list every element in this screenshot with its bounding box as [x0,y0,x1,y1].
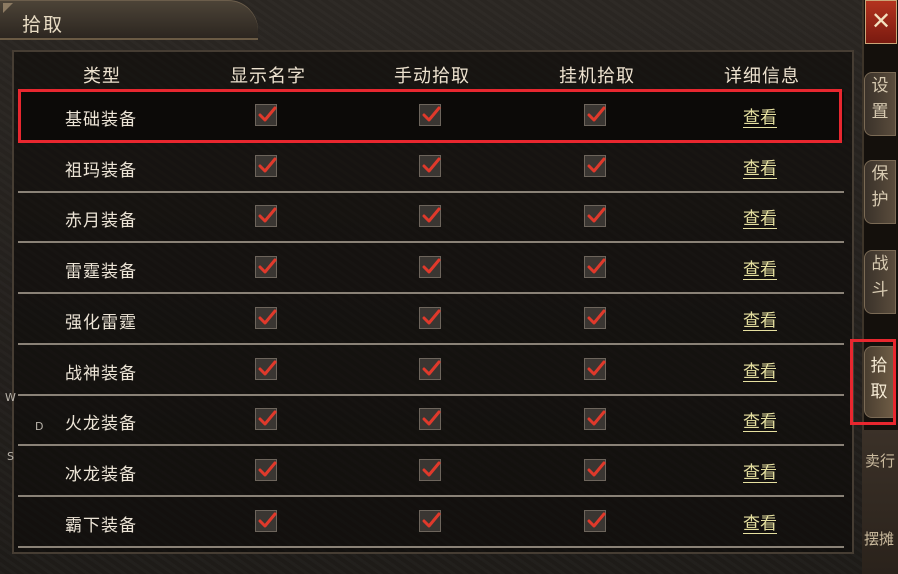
show-name-checkbox[interactable] [255,458,277,481]
window-title: 拾取 [22,14,65,36]
view-details-link[interactable]: 查看 [743,509,777,534]
auto-pickup-checkbox[interactable] [584,256,606,279]
tab-combat[interactable]: 战斗 [864,250,896,314]
pickup-panel: 拾取 类型 显示名字 手动拾取 挂机拾取 详细信息 基础装备 查看 祖玛装备 查看 赤月… [0,0,864,574]
check-icon [422,309,441,325]
check-icon [422,207,441,223]
check-icon [258,207,277,223]
check-icon [587,258,606,274]
row-type-label: 霸下装备 [65,515,137,536]
tab-protect[interactable]: 保护 [864,160,896,224]
check-icon [587,309,606,325]
view-details-link[interactable]: 查看 [743,357,777,382]
auto-pickup-checkbox[interactable] [584,205,606,228]
check-icon [587,157,606,173]
manual-pickup-checkbox[interactable] [419,205,441,228]
manual-pickup-checkbox[interactable] [419,357,441,380]
view-details-link[interactable]: 查看 [743,255,777,280]
row-type-label: 祖玛装备 [65,160,137,181]
tab-protect-label: 保护 [871,164,889,210]
header-manual-pickup: 手动拾取 [394,66,470,87]
auto-pickup-checkbox[interactable] [584,154,606,177]
manual-pickup-checkbox[interactable] [419,306,441,329]
table-row: 赤月装备 查看 [18,193,844,244]
manual-pickup-checkbox[interactable] [419,458,441,481]
view-details-link[interactable]: 查看 [743,154,777,179]
row-type-label: 冰龙装备 [65,464,137,485]
auto-pickup-checkbox[interactable] [584,458,606,481]
title-bar: 拾取 [0,0,258,40]
check-icon [422,258,441,274]
show-name-checkbox[interactable] [255,408,277,431]
check-icon [587,410,606,426]
show-name-checkbox[interactable] [255,205,277,228]
auto-pickup-checkbox[interactable] [584,408,606,431]
check-icon [422,512,441,528]
check-icon [258,309,277,325]
check-icon [587,360,606,375]
check-icon [587,512,606,528]
edge-letter-w: W [5,391,16,404]
tab-combat-label: 战斗 [871,254,889,300]
header-show-name: 显示名字 [230,66,306,87]
auto-pickup-checkbox[interactable] [584,306,606,329]
auto-pickup-checkbox[interactable] [584,357,606,380]
header-type: 类型 [83,66,121,87]
auto-pickup-checkbox[interactable] [584,509,606,532]
table-row: 雷霆装备 查看 [18,244,844,295]
check-icon [258,461,277,477]
edge-letter-d: D [35,420,44,433]
tab-settings[interactable]: 设置 [864,72,896,136]
table-row: 冰龙装备 查看 [18,447,844,497]
manual-pickup-checkbox[interactable] [419,256,441,279]
show-name-checkbox[interactable] [255,357,277,380]
row-type-label: 战神装备 [65,363,137,384]
show-name-checkbox[interactable] [255,509,277,532]
tab-settings-label: 设置 [871,76,889,122]
check-icon [422,157,441,173]
tab-highlight-frame [850,339,896,425]
view-details-link[interactable]: 查看 [743,204,777,229]
check-icon [258,512,277,528]
view-details-link[interactable]: 查看 [743,306,777,331]
check-icon [258,157,277,173]
check-icon [258,360,277,375]
corner-ornament [3,3,13,13]
edge-letter-s: S [7,450,14,463]
row-type-label: 强化雷霆 [65,312,137,333]
stall-label[interactable]: 摆摊 [864,528,894,549]
table-header: 类型 显示名字 手动拾取 挂机拾取 详细信息 [12,58,850,88]
header-auto-pickup: 挂机拾取 [559,66,635,87]
view-details-link[interactable]: 查看 [743,407,777,432]
check-icon [587,461,606,477]
check-icon [422,461,441,477]
show-name-checkbox[interactable] [255,256,277,279]
manual-pickup-checkbox[interactable] [419,154,441,177]
show-name-checkbox[interactable] [255,306,277,329]
check-icon [258,410,277,426]
check-icon [422,360,441,375]
check-icon [258,258,277,274]
view-details-link[interactable]: 查看 [743,458,777,483]
row-type-label: 赤月装备 [65,211,137,232]
table-row: 战神装备 查看 [18,346,844,396]
row-type-label: 雷霆装备 [65,262,137,283]
show-name-checkbox[interactable] [255,154,277,177]
side-decoration: 卖行 摆摊 [862,430,898,574]
row-highlight-frame [18,89,842,143]
table-row: 火龙装备 查看 [18,396,844,447]
table-row: 祖玛装备 查看 [18,143,844,193]
table-row: 强化雷霆 查看 [18,295,844,345]
row-type-label: 火龙装备 [65,414,137,435]
manual-pickup-checkbox[interactable] [419,408,441,431]
manual-pickup-checkbox[interactable] [419,509,441,532]
table-row: 霸下装备 查看 [18,498,844,548]
close-button[interactable]: ✕ [865,0,897,44]
sell-label[interactable]: 卖行 [865,450,895,471]
check-icon [422,410,441,426]
header-details: 详细信息 [724,66,800,87]
check-icon [587,207,606,223]
